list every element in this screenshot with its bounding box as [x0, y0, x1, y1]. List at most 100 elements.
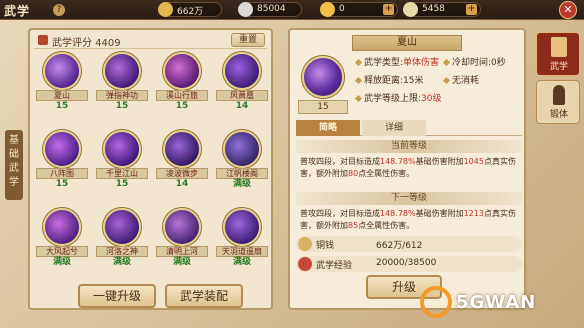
next-level-header: 下一等级: [296, 192, 522, 205]
skill-item[interactable]: 河洛之神 满级: [96, 208, 148, 267]
tab-basic-martial[interactable]: 基础武学: [5, 130, 23, 200]
skill-name: 风萧凰: [216, 90, 268, 101]
attr-cost: 无消耗: [442, 75, 480, 87]
attr-range: 释放距离:15米: [354, 75, 424, 87]
silver-ingot-icon: [403, 2, 418, 17]
skill-icon: [43, 52, 81, 90]
figure-icon: [553, 85, 565, 105]
skill-item[interactable]: 凌波微步 14: [156, 130, 208, 189]
desc-text: 基础伤害附加: [415, 157, 464, 166]
skill-icon: [103, 208, 141, 246]
skill-item[interactable]: 风萧凰 14: [216, 52, 268, 111]
skill-icon: [223, 52, 261, 90]
exp-cost-row: 武学经验 20000/38500: [296, 256, 522, 272]
skill-item[interactable]: 溪山行旅 15: [156, 52, 208, 111]
diamond-icon: [442, 76, 451, 85]
top-bar: 武学 ? 662万 85004 0 + 5458 + ✕: [0, 0, 584, 20]
skill-item[interactable]: 弹指神功 15: [96, 52, 148, 111]
desc-highlight: 148.78%: [380, 209, 416, 218]
reset-button[interactable]: 重置: [231, 33, 265, 47]
desc-text: 基础伤害附加: [415, 209, 464, 218]
desc-highlight: 1213: [463, 209, 484, 218]
skill-name: 弹指神功: [96, 90, 148, 101]
skill-level: 满级: [232, 257, 251, 267]
book-icon: [551, 37, 567, 57]
skill-level: 15: [115, 101, 129, 111]
current-level-desc: 普攻四段，对目标造成148.78%基础伤害附加1045点真实伤害，额外附加80点…: [300, 156, 520, 180]
watermark-text: 5GWAN: [456, 292, 537, 313]
skill-name: 清明上河: [156, 246, 208, 257]
help-icon[interactable]: ?: [53, 4, 65, 16]
close-button[interactable]: ✕: [559, 1, 577, 19]
desc-highlight: 148.78%: [380, 157, 416, 166]
skill-level: 15: [55, 179, 69, 189]
skill-icon: [302, 56, 344, 98]
attr-type: 武学类型:单体伤害: [354, 57, 440, 69]
diamond-icon: [354, 94, 363, 103]
attr-value: 30级: [421, 94, 442, 104]
tab-brief[interactable]: 简略: [296, 120, 360, 136]
resource-coin: 662万: [158, 2, 222, 17]
skill-item[interactable]: 大风起兮 满级: [36, 208, 88, 267]
skill-item[interactable]: 八阵图 15: [36, 130, 88, 189]
side-tab-label: 锻体: [549, 110, 568, 120]
skill-item[interactable]: 清明上河 满级: [156, 208, 208, 267]
exp-book-icon: [298, 257, 312, 271]
skill-item[interactable]: 千里江山 15: [96, 130, 148, 189]
skill-icon: [43, 208, 81, 246]
side-tab-martial[interactable]: 武学: [536, 32, 580, 76]
skill-item[interactable]: 天羽道遥扇 满级: [216, 208, 268, 267]
desc-text: 普攻四段，对目标造成: [300, 157, 380, 166]
attr-value: 无消耗: [452, 76, 480, 86]
copper-cost-row: 铜钱 662万/612: [296, 236, 522, 252]
logo-ring-icon: [420, 286, 452, 318]
copper-label: 铜钱: [316, 241, 335, 251]
skill-name: 凌波微步: [156, 168, 208, 179]
skill-level: 满级: [112, 257, 131, 267]
skill-grid: 夏山 15 弹指神功 15 溪山行旅 15 风萧凰 14 八阵图 15 千里江山 15 凌波微步 14 江帆…: [36, 52, 272, 292]
skill-level: 满级: [232, 179, 251, 189]
attr-value: 单体伤害: [403, 58, 440, 68]
desc-highlight: 80: [348, 169, 359, 178]
side-tab-label: 武学: [549, 62, 568, 72]
skill-level: 满级: [52, 257, 71, 267]
skill-level: 14: [235, 101, 249, 111]
skill-item[interactable]: 夏山 15: [36, 52, 88, 111]
add-gold-button[interactable]: +: [383, 4, 394, 15]
skill-level: 满级: [172, 257, 191, 267]
current-level-header: 当前等级: [296, 140, 522, 153]
silver-icon: [238, 2, 253, 17]
one-key-upgrade-button[interactable]: 一键升级: [78, 284, 156, 308]
skill-icon: [163, 52, 201, 90]
side-tab-body[interactable]: 锻体: [536, 80, 580, 124]
skill-level: 15: [298, 100, 348, 114]
copper-value: 662万/612: [376, 241, 423, 251]
tab-detailed[interactable]: 详细: [362, 120, 426, 136]
equip-martial-button[interactable]: 武学装配: [165, 284, 243, 308]
resource-value: 662万: [177, 7, 204, 17]
gold-ingot-icon: [320, 2, 335, 17]
skill-level: 15: [175, 101, 189, 111]
page-title: 武学: [4, 4, 31, 18]
skill-icon: [163, 130, 201, 168]
skill-detail-panel: 夏山 15 武学类型:单体伤害 冷却时间:0秒 释放距离:15米 无消耗 武学等…: [288, 28, 526, 310]
skill-name: 大风起兮: [36, 246, 88, 257]
skill-title: 夏山: [352, 35, 462, 51]
skill-name: 千里江山: [96, 168, 148, 179]
diamond-icon: [442, 58, 451, 67]
add-silver-button[interactable]: +: [466, 4, 477, 15]
attr-value: 15米: [403, 76, 424, 86]
attr-label: 武学等级上限:: [364, 94, 422, 104]
attr-label: 冷却时间:: [452, 58, 492, 68]
resource-silver: 85004: [238, 2, 302, 17]
desc-text: 点全属性伤害。: [358, 169, 415, 178]
skill-name: 河洛之神: [96, 246, 148, 257]
resource-silver-ingot: 5458 +: [403, 2, 481, 17]
skill-icon: [103, 130, 141, 168]
attr-max-level: 武学等级上限:30级: [354, 93, 442, 105]
skill-list-panel: 武学评分 4409 重置 夏山 15 弹指神功 15 溪山行旅 15 风萧凰 14 八阵图 15 千…: [28, 28, 273, 310]
diamond-icon: [354, 76, 363, 85]
detail-tabs: 简略 详细: [296, 120, 522, 136]
skill-item[interactable]: 江帆楼阁 满级: [216, 130, 268, 189]
exp-label: 武学经验: [316, 261, 353, 271]
